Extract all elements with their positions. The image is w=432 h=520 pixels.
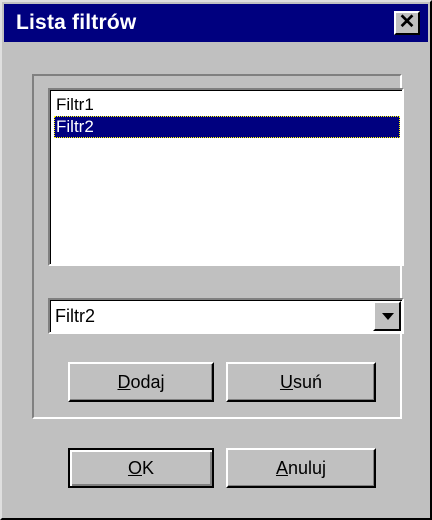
dialog-title: Lista filtrów	[16, 11, 137, 34]
remove-accel: U	[279, 372, 293, 392]
filter-list-dialog: Lista filtrów ✕ Filtr1 Filtr2 Filtr2 Dod…	[0, 0, 432, 520]
dropdown-button[interactable]	[373, 301, 401, 331]
filter-listbox[interactable]: Filtr1 Filtr2	[48, 88, 404, 266]
title-bar[interactable]: Lista filtrów ✕	[4, 4, 428, 42]
cancel-button[interactable]: Anuluj	[226, 448, 376, 488]
add-accel: D	[117, 372, 131, 392]
remove-button[interactable]: Usuń	[226, 362, 376, 402]
ok-label: K	[142, 458, 155, 478]
cancel-accel: A	[275, 458, 288, 478]
add-label: odaj	[130, 372, 165, 392]
combobox-value: Filtr2	[55, 306, 95, 326]
add-button[interactable]: Dodaj	[68, 362, 214, 402]
ok-accel: O	[127, 458, 142, 478]
close-button[interactable]: ✕	[394, 11, 420, 35]
cancel-label: nuluj	[287, 458, 327, 478]
chevron-down-icon	[382, 313, 394, 320]
close-icon: ✕	[398, 11, 416, 33]
list-item[interactable]: Filtr1	[54, 94, 400, 116]
list-item-selected[interactable]: Filtr2	[54, 116, 400, 138]
ok-button[interactable]: OK	[68, 448, 214, 488]
filter-combobox[interactable]: Filtr2	[48, 298, 404, 334]
remove-label: suń	[292, 372, 323, 392]
